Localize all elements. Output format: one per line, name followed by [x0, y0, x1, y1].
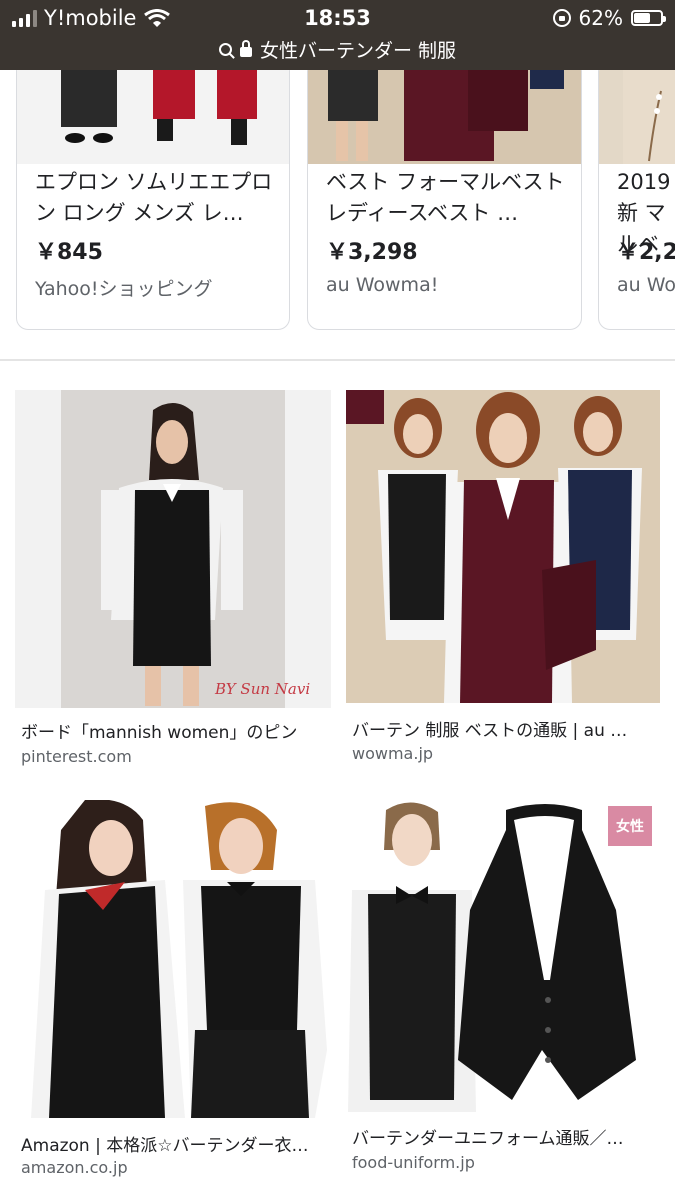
product-price: ￥2,2 — [617, 240, 675, 265]
url-bar[interactable]: 女性バーテンダー 制服 — [0, 36, 675, 63]
result-caption: Amazon | 本格派☆バーテンダー衣… — [21, 1136, 309, 1156]
product-image — [599, 70, 675, 164]
product-title: ベスト フォーマルベスト レディースベスト … — [326, 170, 565, 225]
shopping-card[interactable]: ベスト フォーマルベスト レディースベスト … ￥3,298 au Wowma! — [307, 70, 582, 330]
category-badge: 女性 — [608, 806, 652, 846]
image-result[interactable]: バーテン 制服 ベストの通販 | au … wowma.jp — [346, 390, 660, 775]
product-image — [308, 70, 581, 164]
section-divider — [0, 359, 675, 361]
result-caption: バーテン 制服 ベストの通販 | au … — [352, 721, 628, 741]
result-image: BY Sun Navi — [15, 390, 331, 708]
result-source: pinterest.com — [21, 747, 132, 766]
product-image — [17, 70, 289, 164]
result-image — [346, 390, 660, 703]
battery-percent: 62% — [578, 6, 623, 30]
shopping-carousel[interactable]: エプロン ソムリエエプロン ロング メンズ レ… ￥845 Yahoo!ショッピ… — [0, 70, 675, 332]
status-bar: Y!mobile 18:53 62% 女性バーテンダー 制服 — [0, 0, 675, 70]
battery-icon — [631, 10, 666, 26]
result-source: wowma.jp — [352, 744, 434, 763]
image-result[interactable]: BY Sun Navi ボード「mannish women」のピン pinter… — [15, 390, 331, 775]
result-image — [15, 800, 331, 1118]
store-name: au Wowma! — [326, 274, 439, 296]
result-source: amazon.co.jp — [21, 1158, 128, 1177]
shopping-card[interactable]: 2019新 マルベ ￥2,2 au Wo — [598, 70, 675, 330]
orientation-lock-icon — [552, 9, 571, 27]
product-price: ￥3,298 — [326, 240, 418, 265]
result-image: 女性 — [346, 800, 660, 1112]
product-title: エプロン ソムリエエプロン ロング メンズ レ… — [35, 170, 273, 225]
result-source: food-uniform.jp — [352, 1153, 475, 1172]
watermark: BY Sun Navi — [215, 680, 311, 698]
url-text: 女性バーテンダー 制服 — [259, 40, 457, 62]
result-caption: バーテンダーユニフォーム通販／… — [352, 1129, 624, 1149]
product-price: ￥845 — [35, 240, 103, 265]
shopping-card[interactable]: エプロン ソムリエエプロン ロング メンズ レ… ￥845 Yahoo!ショッピ… — [16, 70, 290, 330]
status-right: 62% — [552, 6, 666, 30]
store-name: Yahoo!ショッピング — [35, 278, 213, 300]
lock-icon — [239, 40, 252, 57]
image-result[interactable]: 女性 バーテンダーユニフォーム通販／… food-uniform.jp — [346, 800, 660, 1190]
image-result[interactable]: Amazon | 本格派☆バーテンダー衣… amazon.co.jp — [15, 800, 331, 1190]
result-caption: ボード「mannish women」のピン — [21, 723, 298, 743]
store-name: au Wo — [617, 274, 675, 296]
search-icon — [218, 43, 232, 56]
